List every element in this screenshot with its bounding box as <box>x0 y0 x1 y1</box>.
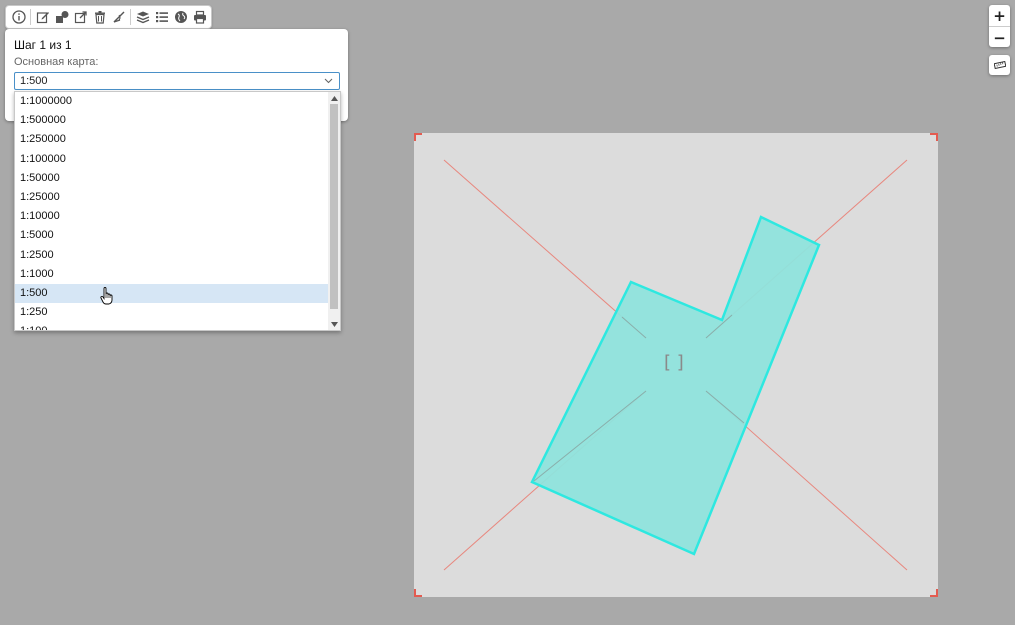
dropdown-option[interactable]: 1:10000 <box>15 207 328 226</box>
dropdown-option[interactable]: 1:500 <box>15 283 328 304</box>
scroll-up-arrow-icon <box>330 95 338 101</box>
export-button[interactable] <box>71 8 90 26</box>
dropdown-option[interactable]: 1:100 <box>15 322 328 330</box>
parcel-polygon[interactable] <box>530 215 821 556</box>
chevron-down-icon <box>324 78 333 84</box>
dropdown-option[interactable]: 1:500000 <box>15 111 328 130</box>
ruler-icon <box>993 61 1006 69</box>
top-toolbar <box>5 5 212 29</box>
ruler-button[interactable] <box>989 55 1010 75</box>
dropdown-options: 1:1000000 1:500000 1:250000 1:100000 1:50000… <box>15 92 340 330</box>
dropdown-option[interactable]: 1:25000 <box>15 188 328 207</box>
print-button[interactable] <box>190 8 209 26</box>
dropdown-option[interactable]: 1:5000 <box>15 226 328 245</box>
toolbar-separator <box>30 9 31 25</box>
dropdown-option[interactable]: 1:250 <box>15 303 328 322</box>
dropdown-scrollbar[interactable] <box>328 92 340 330</box>
dropdown-option[interactable]: 1:100000 <box>15 150 328 169</box>
info-icon <box>11 10 26 24</box>
shapes-icon <box>55 11 68 23</box>
corner-handle-top-right[interactable] <box>930 133 938 141</box>
print-area-frame[interactable]: [ ] <box>414 133 938 597</box>
corner-handle-top-left[interactable] <box>414 133 422 141</box>
dropdown-option[interactable]: 1:2500 <box>15 246 328 265</box>
scale-select[interactable]: 1:500 <box>14 72 340 90</box>
list-icon <box>155 12 168 23</box>
trash-icon <box>94 11 105 24</box>
step-title: Шаг 1 из 1 <box>14 38 72 52</box>
toolbar-separator <box>130 9 131 25</box>
delete-button[interactable] <box>90 8 109 26</box>
measure-angle-button[interactable] <box>109 8 128 26</box>
dropdown-option[interactable]: 1:250000 <box>15 130 328 149</box>
edit-button[interactable] <box>33 8 52 26</box>
corner-handle-bottom-right[interactable] <box>930 589 938 597</box>
scroll-down-arrow-icon <box>330 321 338 327</box>
print-icon <box>193 10 206 24</box>
scroll-down-button[interactable] <box>328 318 340 330</box>
layers-icon <box>136 11 149 24</box>
list-button[interactable] <box>152 8 171 26</box>
hand-cursor-icon <box>100 287 113 305</box>
zoom-control: + − <box>989 5 1010 47</box>
scale-dropdown-list[interactable]: 1:1000000 1:500000 1:250000 1:100000 1:50000… <box>14 91 341 331</box>
shapes-button[interactable] <box>52 8 71 26</box>
scale-select-value: 1:500 <box>20 75 48 87</box>
zoom-out-button[interactable]: − <box>989 26 1010 48</box>
dropdown-option[interactable]: 1:1000000 <box>15 92 328 111</box>
export-icon <box>74 11 87 24</box>
dropdown-option[interactable]: 1:1000 <box>15 265 328 284</box>
edit-icon <box>36 12 49 24</box>
globe-icon <box>174 11 187 23</box>
base-map-label: Основная карта: <box>14 56 99 68</box>
scroll-thumb[interactable] <box>330 104 338 309</box>
print-center-marker[interactable]: [ ] <box>664 352 684 373</box>
scroll-up-button[interactable] <box>328 92 340 104</box>
globe-button[interactable] <box>171 8 190 26</box>
zoom-in-button[interactable]: + <box>989 5 1010 26</box>
layers-button[interactable] <box>133 8 152 26</box>
corner-handle-bottom-left[interactable] <box>414 589 422 597</box>
info-button[interactable] <box>9 8 28 26</box>
dropdown-option[interactable]: 1:50000 <box>15 169 328 188</box>
measure-angle-icon <box>113 11 124 23</box>
